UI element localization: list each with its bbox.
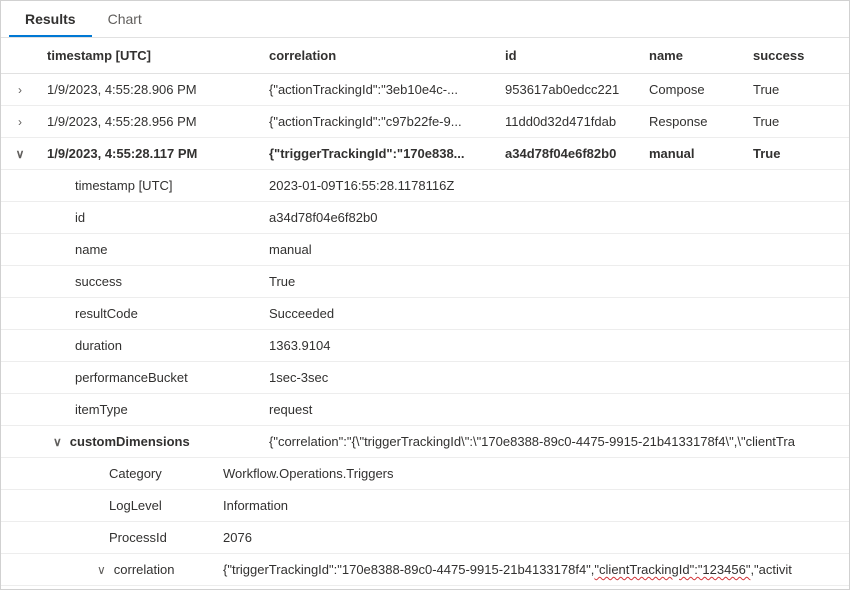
- detail-row: performanceBucket 1sec-3sec: [1, 362, 849, 394]
- cell-timestamp: 1/9/2023, 4:55:28.956 PM: [39, 106, 261, 137]
- correlation-highlight: "clientTrackingId":"123456": [594, 562, 750, 577]
- cell-name: Compose: [641, 74, 745, 105]
- cell-id: 11dd0d32d471fdab: [497, 106, 641, 137]
- cell-id: 953617ab0edcc221: [497, 74, 641, 105]
- detail-key: itemType: [1, 394, 261, 425]
- detail-key: duration: [1, 330, 261, 361]
- cell-timestamp: 1/9/2023, 4:55:28.906 PM: [39, 74, 261, 105]
- detail-value: 1sec-3sec: [261, 362, 849, 393]
- detail-key: LogLevel: [1, 490, 223, 521]
- correlation-label: correlation: [114, 562, 175, 577]
- detail-row: id a34d78f04e6f82b0: [1, 202, 849, 234]
- chevron-right-icon[interactable]: ›: [18, 115, 22, 129]
- cell-name: Response: [641, 106, 745, 137]
- detail-value: Workflow.Operations.Triggers: [223, 458, 849, 489]
- col-header-id[interactable]: id: [497, 38, 641, 73]
- cell-name: manual: [641, 138, 745, 169]
- detail-value-correlation: {"triggerTrackingId":"170e8388-89c0-4475…: [223, 554, 849, 585]
- detail-value: 1363.9104: [261, 330, 849, 361]
- detail-value: 2076: [223, 522, 849, 553]
- table-row[interactable]: › 1/9/2023, 4:55:28.906 PM {"actionTrack…: [1, 74, 849, 106]
- detail-value: a34d78f04e6f82b0: [261, 202, 849, 233]
- cell-correlation: {"triggerTrackingId":"170e838...: [261, 138, 497, 169]
- detail-value: 2023-01-09T16:55:28.1178116Z: [261, 170, 849, 201]
- details-panel: timestamp [UTC] 2023-01-09T16:55:28.1178…: [1, 170, 849, 586]
- col-header-name[interactable]: name: [641, 38, 745, 73]
- detail-value: Information: [223, 490, 849, 521]
- detail-value: Succeeded: [261, 298, 849, 329]
- col-header-correlation[interactable]: correlation: [261, 38, 497, 73]
- detail-row: Category Workflow.Operations.Triggers: [1, 458, 849, 490]
- chevron-down-icon[interactable]: ∨: [53, 435, 62, 449]
- detail-value: {"correlation":"{\"triggerTrackingId\":\…: [261, 426, 849, 457]
- detail-key: ∨ customDimensions: [1, 426, 261, 457]
- detail-key: ProcessId: [1, 522, 223, 553]
- table-row[interactable]: › 1/9/2023, 4:55:28.956 PM {"actionTrack…: [1, 106, 849, 138]
- detail-row-customdimensions[interactable]: ∨ customDimensions {"correlation":"{\"tr…: [1, 426, 849, 458]
- tab-chart[interactable]: Chart: [92, 1, 158, 37]
- cell-success: True: [745, 106, 849, 137]
- detail-value: request: [261, 394, 849, 425]
- detail-value: manual: [261, 234, 849, 265]
- detail-row: itemType request: [1, 394, 849, 426]
- cell-success: True: [745, 138, 849, 169]
- cell-id: a34d78f04e6f82b0: [497, 138, 641, 169]
- detail-row: ProcessId 2076: [1, 522, 849, 554]
- customdimensions-label: customDimensions: [70, 434, 190, 449]
- detail-key: resultCode: [1, 298, 261, 329]
- detail-row-correlation[interactable]: ∨ correlation {"triggerTrackingId":"170e…: [1, 554, 849, 585]
- tab-results[interactable]: Results: [9, 1, 92, 37]
- detail-key: timestamp [UTC]: [1, 170, 261, 201]
- table-row-expanded[interactable]: ∨ 1/9/2023, 4:55:28.117 PM {"triggerTrac…: [1, 138, 849, 170]
- chevron-right-icon[interactable]: ›: [18, 83, 22, 97]
- detail-key: name: [1, 234, 261, 265]
- detail-value: True: [261, 266, 849, 297]
- col-header-success[interactable]: success: [745, 38, 849, 73]
- detail-key: success: [1, 266, 261, 297]
- cell-correlation: {"actionTrackingId":"c97b22fe-9...: [261, 106, 497, 137]
- cell-success: True: [745, 74, 849, 105]
- detail-row: resultCode Succeeded: [1, 298, 849, 330]
- cell-timestamp: 1/9/2023, 4:55:28.117 PM: [39, 138, 261, 169]
- chevron-down-icon[interactable]: ∨: [97, 563, 106, 577]
- correlation-post: ,"activit: [750, 562, 791, 577]
- grid-header: timestamp [UTC] correlation id name succ…: [1, 38, 849, 74]
- detail-row: timestamp [UTC] 2023-01-09T16:55:28.1178…: [1, 170, 849, 202]
- detail-row: success True: [1, 266, 849, 298]
- correlation-pre: {"triggerTrackingId":"170e8388-89c0-4475…: [223, 562, 594, 577]
- detail-key: Category: [1, 458, 223, 489]
- detail-key: ∨ correlation: [1, 554, 223, 585]
- detail-key: id: [1, 202, 261, 233]
- detail-key: performanceBucket: [1, 362, 261, 393]
- detail-row: duration 1363.9104: [1, 330, 849, 362]
- cell-correlation: {"actionTrackingId":"3eb10e4c-...: [261, 74, 497, 105]
- chevron-down-icon[interactable]: ∨: [16, 147, 25, 161]
- col-header-timestamp[interactable]: timestamp [UTC]: [39, 38, 261, 73]
- tabs: Results Chart: [1, 1, 849, 38]
- detail-row: LogLevel Information: [1, 490, 849, 522]
- detail-row: name manual: [1, 234, 849, 266]
